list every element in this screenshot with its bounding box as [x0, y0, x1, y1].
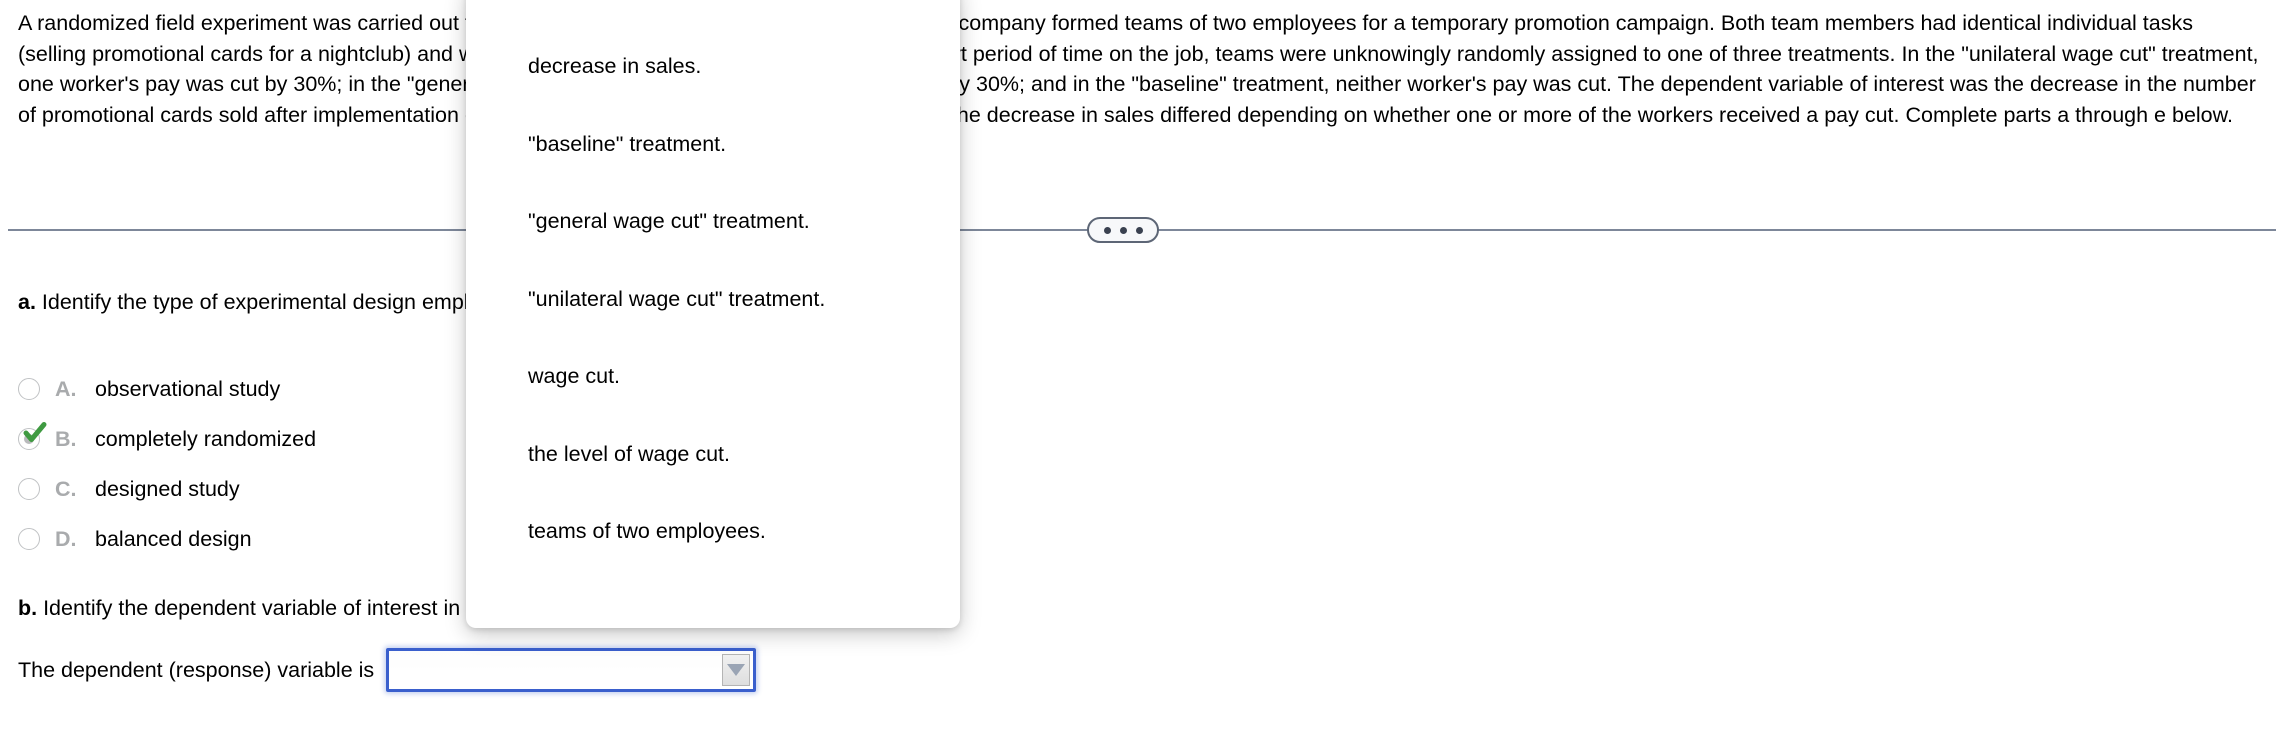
- handle-dot-icon: [1119, 226, 1127, 234]
- dropdown-option[interactable]: "general wage cut" treatment.: [466, 183, 960, 261]
- chevron-down-icon: [727, 664, 746, 676]
- dependent-variable-select[interactable]: [386, 648, 757, 692]
- radio-button-d[interactable]: [18, 528, 40, 550]
- part-a-label: a.: [18, 290, 36, 314]
- answer-row: The dependent (response) variable is: [18, 648, 757, 692]
- choice-letter: B.: [55, 426, 77, 451]
- radio-outer-circle-icon: [18, 378, 40, 400]
- dropdown-option[interactable]: decrease in sales.: [466, 28, 960, 106]
- dropdown-option[interactable]: teams of two employees.: [466, 493, 960, 571]
- radio-outer-circle-icon: [18, 528, 40, 550]
- radio-button-b[interactable]: [18, 422, 47, 450]
- dropdown-option[interactable]: wage cut.: [466, 338, 960, 416]
- choice-letter: C.: [55, 476, 77, 501]
- choice-label: designed study: [95, 476, 240, 501]
- choice-letter: D.: [55, 526, 77, 551]
- choice-label: observational study: [95, 376, 281, 401]
- radio-button-a[interactable]: [18, 378, 40, 400]
- dropdown-option-list: decrease in sales. "baseline" treatment.…: [466, 0, 960, 571]
- dropdown-option[interactable]: the level of wage cut.: [466, 416, 960, 494]
- radio-outer-circle-icon: [18, 478, 40, 500]
- choice-label: balanced design: [95, 526, 252, 551]
- dropdown-options-panel[interactable]: decrease in sales. "baseline" treatment.…: [466, 0, 960, 628]
- dropdown-arrow-button[interactable]: [722, 654, 751, 686]
- handle-dot-icon: [1103, 226, 1111, 234]
- divider-drag-handle[interactable]: [1087, 217, 1159, 243]
- handle-dot-icon: [1135, 226, 1143, 234]
- green-checkmark-icon: [23, 422, 47, 442]
- dropdown-option[interactable]: "unilateral wage cut" treatment.: [466, 261, 960, 339]
- answer-label: The dependent (response) variable is: [18, 657, 375, 682]
- problem-statement: A randomized field experiment was carrie…: [18, 11, 2265, 127]
- part-b-label: b.: [18, 596, 38, 620]
- choice-letter: A.: [55, 376, 77, 401]
- radio-button-c[interactable]: [18, 478, 40, 500]
- choice-label: completely randomized: [95, 426, 317, 451]
- dropdown-option[interactable]: "baseline" treatment.: [466, 106, 960, 184]
- section-divider: [0, 217, 2284, 247]
